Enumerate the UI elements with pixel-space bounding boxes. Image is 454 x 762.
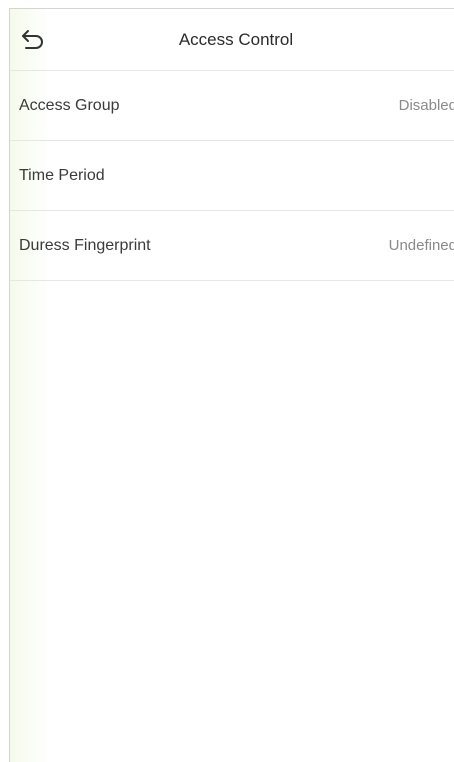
menu-item-label: Duress Fingerprint [19, 236, 151, 254]
menu-item-value: Undefined [388, 237, 454, 254]
menu-item-duress-fingerprint[interactable]: Duress Fingerprint Undefined [10, 211, 454, 281]
menu-item-value: Disabled [398, 97, 454, 114]
access-control-screen: Access Control Access Group Disabled Tim… [9, 8, 454, 762]
menu-item-label: Time Period [19, 166, 105, 184]
back-button[interactable] [20, 27, 46, 53]
menu-item-time-period[interactable]: Time Period [10, 141, 454, 211]
header-bar: Access Control [10, 9, 454, 71]
back-arrow-icon [22, 30, 43, 49]
page-title: Access Control [178, 29, 294, 49]
menu-item-access-group[interactable]: Access Group Disabled [10, 71, 454, 141]
menu-item-label: Access Group [19, 96, 120, 114]
